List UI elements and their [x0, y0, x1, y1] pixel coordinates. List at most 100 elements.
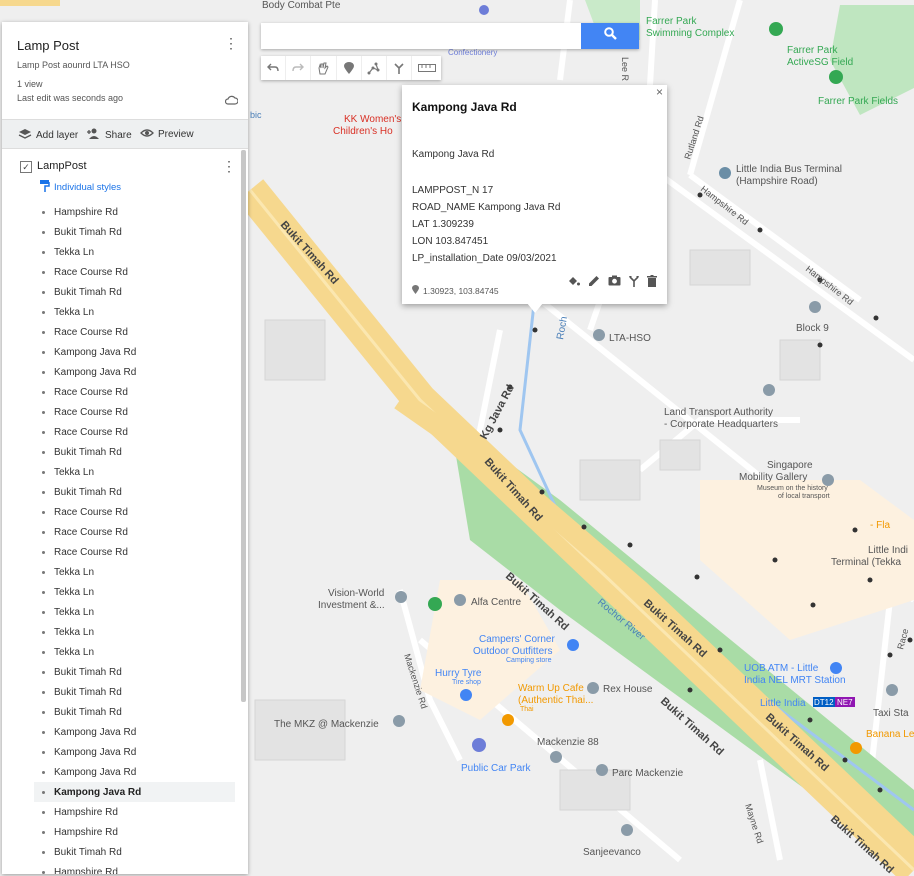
ruler-icon[interactable] [412, 56, 441, 80]
list-item[interactable]: Kampong Java Rd [2, 362, 238, 382]
hand-icon[interactable] [311, 56, 337, 80]
label-fla: - Fla [870, 520, 890, 531]
label-rex-house: Rex House [603, 684, 653, 695]
list-item-label: Kampong Java Rd [54, 366, 137, 378]
list-item[interactable]: Race Course Rd [2, 422, 238, 442]
layer-options-icon[interactable]: ⋮ [222, 158, 236, 175]
list-item[interactable]: Tekka Ln [2, 622, 238, 642]
individual-styles-link[interactable]: Individual styles [40, 180, 121, 195]
label-block9: Block 9 [796, 323, 829, 334]
list-item-label: Tekka Ln [54, 566, 95, 578]
map-toolbar [261, 56, 441, 80]
label-little-india-term-2: Terminal (Tekka [831, 557, 901, 568]
bullet-icon [42, 490, 45, 494]
list-item[interactable]: Race Course Rd [2, 262, 238, 282]
list-item[interactable]: Hampshire Rd [2, 802, 238, 822]
list-item[interactable]: Kampong Java Rd [2, 722, 238, 742]
edit-pencil-icon[interactable] [588, 275, 600, 290]
draw-line-icon[interactable] [362, 56, 387, 80]
list-item[interactable]: Tekka Ln [2, 582, 238, 602]
add-layer-button[interactable]: Add layer [18, 128, 78, 143]
list-item[interactable]: Bukit Timah Rd [2, 482, 238, 502]
eye-icon [140, 128, 154, 141]
list-item[interactable]: Race Course Rd [2, 522, 238, 542]
more-options-icon[interactable]: ⋮ [224, 36, 238, 50]
list-item[interactable]: Hampshire Rd [2, 202, 238, 222]
bullet-icon [42, 430, 45, 434]
directions-icon[interactable] [629, 275, 639, 290]
preview-button[interactable]: Preview [140, 128, 194, 141]
bullet-icon [42, 690, 45, 694]
marker-icon[interactable] [337, 56, 362, 80]
list-item[interactable]: Kampong Java Rd [2, 762, 238, 782]
list-item[interactable]: Bukit Timah Rd [2, 702, 238, 722]
search-input[interactable] [261, 23, 587, 49]
list-item[interactable]: Bukit Timah Rd [2, 842, 238, 862]
list-item-label: Bukit Timah Rd [54, 446, 122, 458]
list-item-label: Bukit Timah Rd [54, 686, 122, 698]
list-item[interactable]: Kampong Java Rd [2, 342, 238, 362]
list-item[interactable]: Kampong Java Rd [2, 742, 238, 762]
bullet-icon [42, 290, 45, 294]
search-button[interactable] [581, 23, 639, 49]
list-item-label: Bukit Timah Rd [54, 486, 122, 498]
list-item[interactable]: Tekka Ln [2, 302, 238, 322]
list-item[interactable]: Hampshire Rd [2, 822, 238, 842]
last-edit-status: Last edit was seconds ago [17, 93, 124, 103]
label-mkz: The MKZ @ Mackenzie [274, 719, 379, 730]
trash-icon[interactable] [647, 275, 657, 290]
list-item[interactable]: Bukit Timah Rd [2, 282, 238, 302]
list-item-label: Kampong Java Rd [54, 726, 137, 738]
label-farrer-pool-2: Swimming Complex [646, 28, 734, 39]
feature-list: Hampshire Rd Bukit Timah Rd Tekka Ln Race C… [2, 202, 238, 874]
list-item-label: Hampshire Rd [54, 826, 118, 838]
list-item[interactable]: Race Course Rd [2, 382, 238, 402]
paint-roller-icon [40, 180, 50, 195]
label-little-india: Little India [760, 698, 806, 709]
bullet-icon [42, 230, 45, 234]
undo-icon[interactable] [261, 56, 287, 80]
layer-visibility-checkbox[interactable]: ✓ [20, 161, 32, 173]
list-item[interactable]: Bukit Timah Rd [2, 222, 238, 242]
label-body-combat: Body Combat Pte [262, 0, 341, 11]
camera-icon[interactable] [608, 275, 621, 290]
dt12-label: DT12 [814, 698, 834, 707]
list-item-label: Tekka Ln [54, 606, 95, 618]
list-item[interactable]: Race Course Rd [2, 402, 238, 422]
redo-icon[interactable] [286, 56, 312, 80]
list-item[interactable]: Tekka Ln [2, 562, 238, 582]
route-icon[interactable] [387, 56, 413, 80]
label-bus-terminal-1: Little India Bus Terminal [736, 164, 842, 175]
paint-bucket-icon[interactable] [567, 275, 580, 290]
list-item[interactable]: Race Course Rd [2, 502, 238, 522]
layer-name[interactable]: LampPost [37, 160, 87, 172]
bullet-icon [42, 510, 45, 514]
close-icon[interactable]: × [656, 85, 663, 99]
bullet-icon [42, 630, 45, 634]
list-item[interactable]: Bukit Timah Rd [2, 442, 238, 462]
list-item[interactable]: Tekka Ln [2, 462, 238, 482]
feature-info-popup: Kampong Java Rd × Kampong Java Rd LAMPPO… [402, 85, 667, 304]
list-item[interactable]: Bukit Timah Rd [2, 682, 238, 702]
bullet-icon [42, 470, 45, 474]
list-item[interactable]: Tekka Ln [2, 602, 238, 622]
popup-coordinates: 1.30923, 103.84745 [412, 285, 499, 297]
list-item[interactable]: Race Course Rd [2, 542, 238, 562]
list-item[interactable]: Hampshire Rd [2, 862, 238, 874]
list-item[interactable]: Kampong Java Rd [34, 782, 235, 802]
label-mobility-sub-1: Museum on the history [757, 485, 828, 492]
label-farrer-pool-1: Farrer Park [646, 16, 698, 27]
panel-scrollbar[interactable] [241, 150, 246, 702]
share-button[interactable]: Share [86, 128, 132, 142]
map-title[interactable]: Lamp Post [17, 38, 79, 53]
label-vision-2: Investment &... [318, 600, 385, 611]
list-item[interactable]: Race Course Rd [2, 322, 238, 342]
list-item[interactable]: Bukit Timah Rd [2, 662, 238, 682]
map-description[interactable]: Lamp Post aounrd LTA HSO [17, 60, 130, 70]
list-item[interactable]: Tekka Ln [2, 642, 238, 662]
list-item[interactable]: Tekka Ln [2, 242, 238, 262]
label-bic: bic [250, 110, 262, 120]
label-lta-hso: LTA-HSO [609, 333, 651, 344]
list-item-label: Tekka Ln [54, 646, 95, 658]
list-item-label: Race Course Rd [54, 386, 128, 398]
